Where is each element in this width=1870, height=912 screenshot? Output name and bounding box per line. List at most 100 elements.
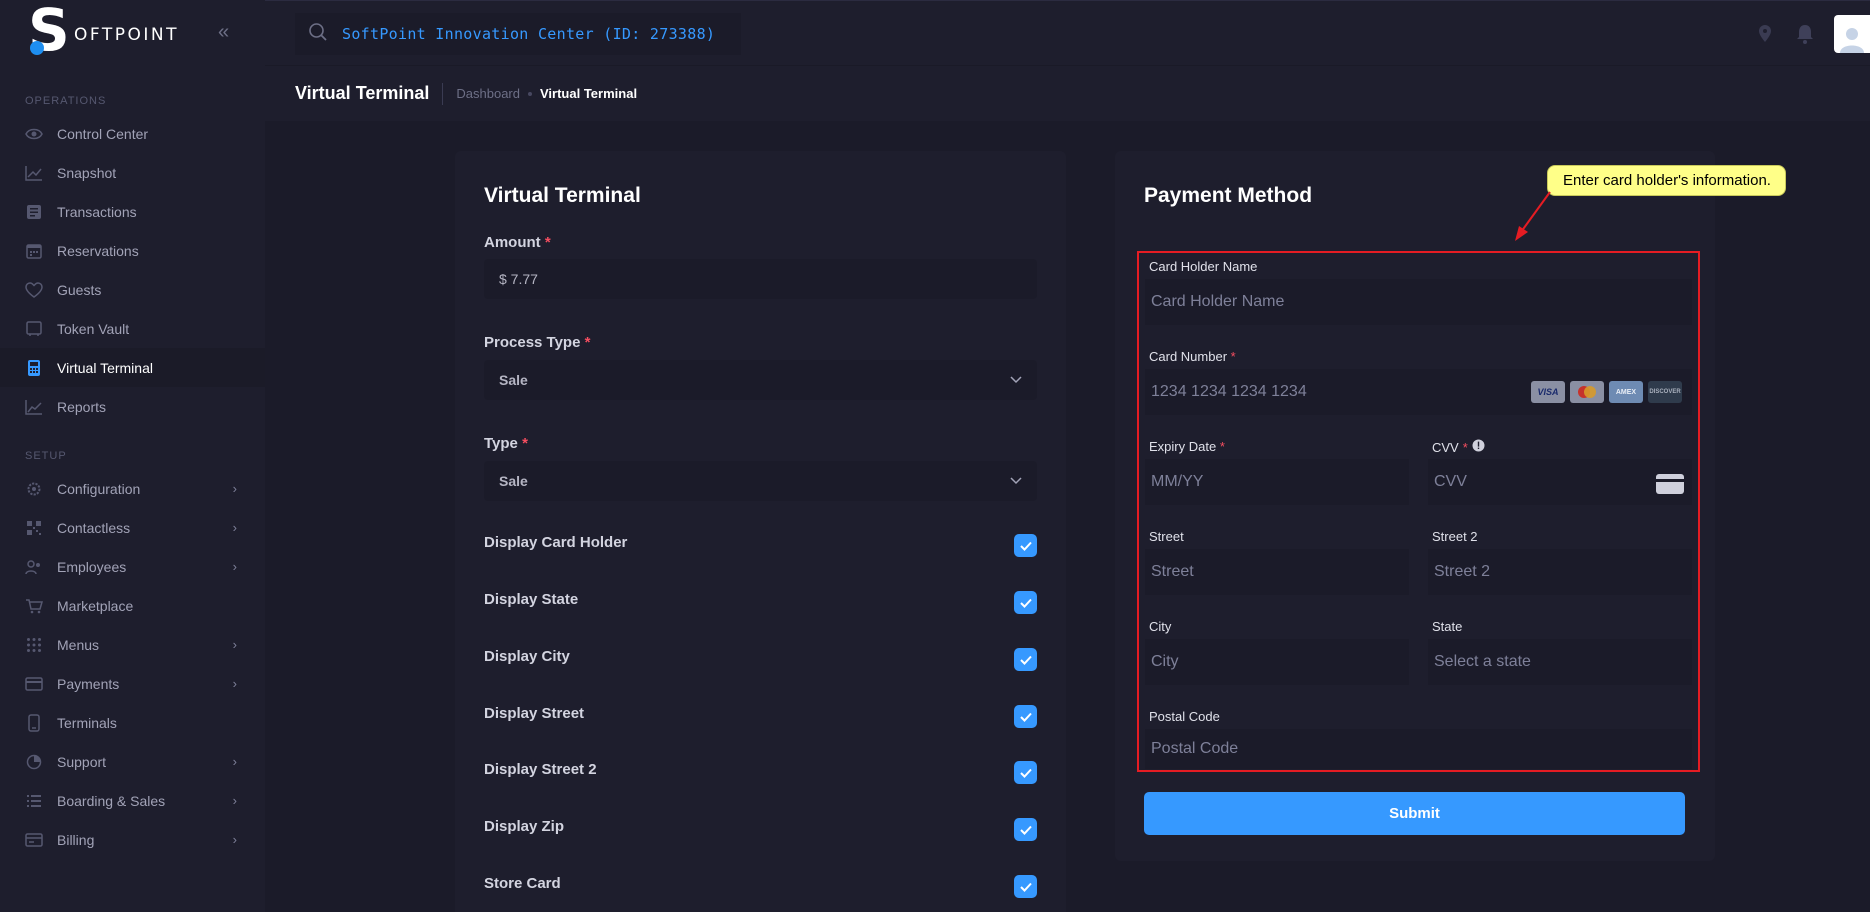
city-placeholder: City (1151, 653, 1179, 670)
card-title: Virtual Terminal (484, 184, 641, 207)
display-state-checkbox[interactable] (1014, 591, 1037, 614)
sidebar-item-configuration[interactable]: Configuration › (0, 469, 265, 508)
card-number-label-text: Card Number (1149, 349, 1228, 364)
sidebar-item-contactless[interactable]: Contactless › (0, 508, 265, 547)
display-city-checkbox[interactable] (1014, 648, 1037, 671)
sidebar-item-marketplace[interactable]: Marketplace (0, 586, 265, 625)
required-mark: * (584, 334, 591, 351)
collapse-sidebar-icon[interactable]: « (218, 22, 229, 42)
location-pin-icon[interactable] (1754, 23, 1776, 45)
street-2-input[interactable]: Street 2 (1428, 549, 1692, 595)
receipt-icon (25, 203, 43, 221)
sidebar-item-control-center[interactable]: Control Center (0, 114, 265, 153)
chevron-down-icon (1009, 372, 1023, 389)
required-mark: * (1462, 439, 1468, 455)
check-icon (1019, 825, 1032, 835)
sidebar-item-token-vault[interactable]: Token Vault (0, 309, 265, 348)
sidebar-item-terminals[interactable]: Terminals (0, 703, 265, 742)
sidebar-item-employees[interactable]: Employees › (0, 547, 265, 586)
required-mark: * (1219, 439, 1225, 454)
sidebar-item-menus[interactable]: Menus › (0, 625, 265, 664)
setup-menu: Configuration › Contactless › Employees … (0, 469, 265, 859)
operations-menu: Control Center Snapshot Transactions Res… (0, 114, 265, 426)
sidebar-item-support[interactable]: Support › (0, 742, 265, 781)
display-street-2-checkbox[interactable] (1014, 761, 1037, 784)
process-type-select[interactable]: Sale (484, 360, 1037, 400)
breadcrumb-current: Virtual Terminal (540, 86, 638, 101)
logo-text: OFTPOINT (74, 24, 179, 45)
sidebar: S OFTPOINT « OPERATIONS Control Center S… (0, 0, 265, 912)
required-mark: * (1230, 349, 1236, 364)
cvv-input[interactable]: CVV (1428, 459, 1692, 505)
pie-icon (25, 753, 43, 771)
sidebar-item-label: Virtual Terminal (57, 359, 153, 376)
display-street-label: Display Street (484, 705, 585, 722)
type-label-text: Type (484, 435, 518, 452)
breadcrumb-dashboard[interactable]: Dashboard (456, 86, 520, 101)
submit-button[interactable]: Submit (1144, 792, 1685, 835)
card-holder-placeholder: Card Holder Name (1151, 293, 1285, 310)
sidebar-item-label: Payments (57, 675, 120, 692)
device-icon (25, 713, 43, 732)
search-box[interactable]: SoftPoint Innovation Center (ID: 273388) (295, 13, 741, 55)
process-type-value: Sale (499, 372, 528, 388)
city-label: City (1149, 619, 1172, 634)
type-select[interactable]: Sale (484, 461, 1037, 501)
sidebar-item-label: Marketplace (57, 597, 134, 614)
card-number-placeholder: 1234 1234 1234 1234 (1151, 383, 1307, 400)
info-icon[interactable] (1472, 439, 1485, 455)
display-state-label: Display State (484, 591, 579, 608)
street-input[interactable]: Street (1145, 549, 1409, 595)
avatar[interactable] (1834, 15, 1870, 53)
eye-icon (25, 125, 43, 143)
sidebar-item-label: Boarding & Sales (57, 792, 166, 809)
state-select[interactable]: Select a state (1428, 639, 1692, 685)
check-icon (1019, 712, 1032, 722)
sidebar-item-boarding-sales[interactable]: Boarding & Sales › (0, 781, 265, 820)
top-icons (1754, 15, 1870, 53)
street-2-placeholder: Street 2 (1434, 563, 1491, 580)
sidebar-item-reservations[interactable]: Reservations (0, 231, 265, 270)
bell-icon[interactable] (1794, 23, 1816, 45)
display-zip-checkbox[interactable] (1014, 818, 1037, 841)
card-holder-name-input[interactable]: Card Holder Name (1145, 279, 1692, 325)
expiry-label-text: Expiry Date (1149, 439, 1217, 454)
expiry-date-input[interactable]: MM/YY (1145, 459, 1409, 505)
page-title: Virtual Terminal (295, 83, 430, 103)
postal-code-placeholder: Postal Code (1151, 740, 1239, 757)
amount-input[interactable]: $ 7.77 (484, 259, 1037, 299)
city-input[interactable]: City (1145, 639, 1409, 685)
display-card-holder-checkbox[interactable] (1014, 534, 1037, 557)
street-placeholder: Street (1151, 563, 1194, 580)
sidebar-item-reports[interactable]: Reports (0, 387, 265, 426)
sidebar-item-snapshot[interactable]: Snapshot (0, 153, 265, 192)
cvv-label-text: CVV (1432, 439, 1459, 455)
sidebar-item-label: Support (57, 753, 107, 770)
sidebar-item-label: Configuration (57, 480, 141, 497)
billing-icon (25, 831, 43, 849)
chevron-right-icon: › (232, 676, 237, 691)
payment-method-card: Payment Method Card Holder Name Card Hol… (1115, 151, 1715, 861)
search-icon (308, 22, 328, 47)
sidebar-item-billing[interactable]: Billing › (0, 820, 265, 859)
section-title-setup: SETUP (25, 450, 67, 462)
qr-icon (25, 519, 43, 537)
store-card-checkbox[interactable] (1014, 875, 1037, 898)
chevron-down-icon (1009, 473, 1023, 490)
sidebar-item-guests[interactable]: Guests (0, 270, 265, 309)
postal-code-label: Postal Code (1149, 709, 1220, 724)
chevron-right-icon: › (232, 832, 237, 847)
card-number-label: Card Number * (1149, 349, 1236, 364)
expiry-placeholder: MM/YY (1151, 473, 1204, 490)
sidebar-item-virtual-terminal[interactable]: Virtual Terminal (0, 348, 265, 387)
location-name: SoftPoint Innovation Center (ID: 273388) (342, 25, 716, 43)
visa-logo: VISA (1531, 381, 1565, 403)
card-number-input[interactable]: 1234 1234 1234 1234 VISA AMEX DISCOVER (1145, 369, 1692, 415)
display-street-checkbox[interactable] (1014, 705, 1037, 728)
postal-code-input[interactable]: Postal Code (1145, 729, 1692, 769)
sidebar-item-transactions[interactable]: Transactions (0, 192, 265, 231)
payment-method-title: Payment Method (1144, 184, 1313, 207)
topbar: SoftPoint Innovation Center (ID: 273388) (265, 0, 1870, 65)
cart-icon (25, 597, 43, 615)
sidebar-item-payments[interactable]: Payments › (0, 664, 265, 703)
